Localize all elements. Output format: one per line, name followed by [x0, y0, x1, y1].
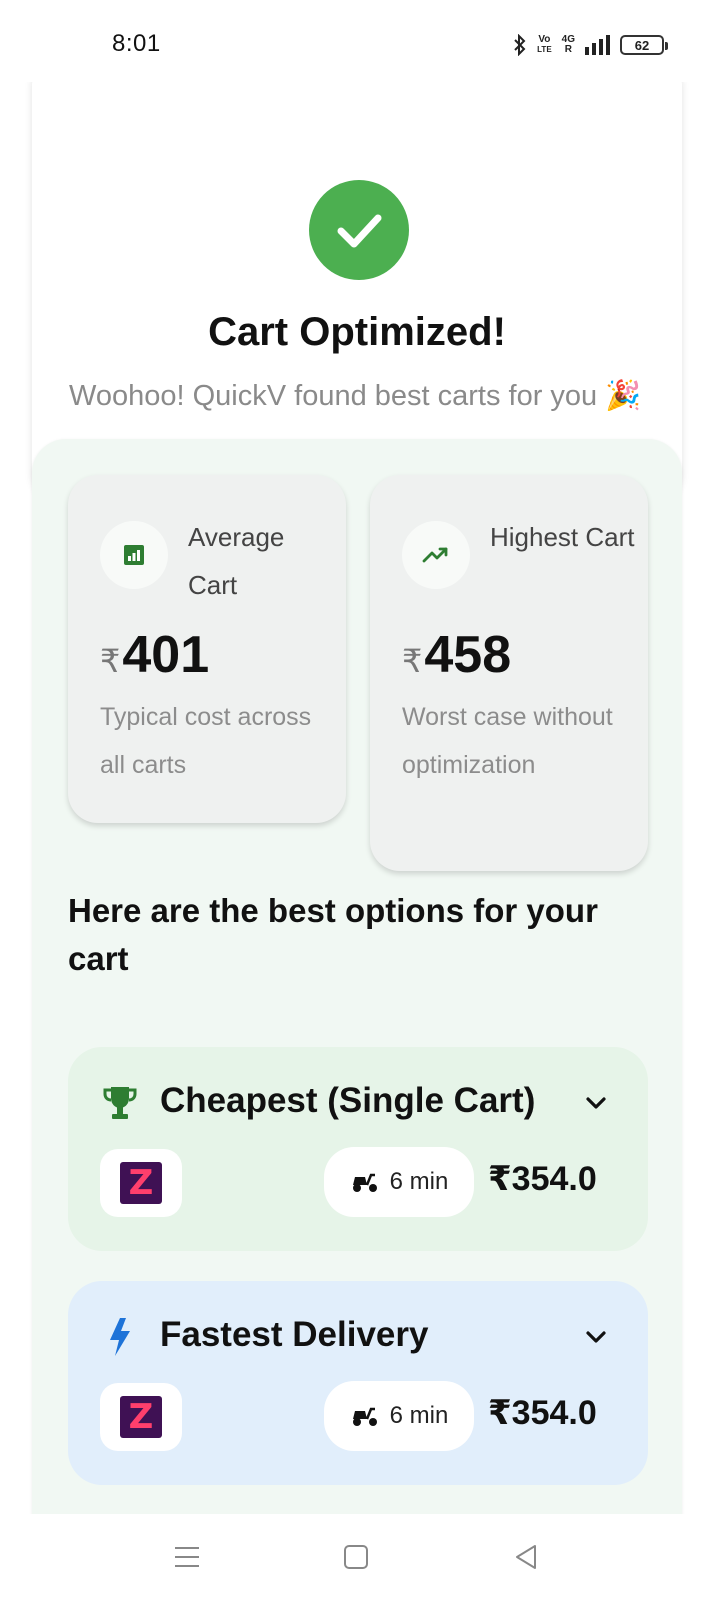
- bluetooth-icon: [514, 34, 526, 56]
- average-cart-description: Typical cost across all carts: [100, 703, 312, 779]
- average-cart-value: ₹ 401: [100, 626, 210, 684]
- cheapest-option-price: ₹354.0: [488, 1160, 597, 1198]
- back-icon[interactable]: [511, 1542, 541, 1572]
- highest-cart-value: ₹ 458: [402, 626, 512, 684]
- fastest-option-card[interactable]: Fastest Delivery Z 6 min ₹354.0: [68, 1281, 648, 1485]
- highest-cart-card: Highest Cart ₹ 458 Worst case without op…: [370, 475, 648, 871]
- network-type-indicator: 4G R: [561, 34, 575, 55]
- status-icons: Vo LTE 4G R 62: [513, 32, 668, 58]
- lightning-icon: [100, 1317, 140, 1357]
- success-check-icon: [309, 180, 409, 280]
- average-cart-label: Average Cart: [188, 522, 285, 600]
- volte-indicator: Vo LTE: [537, 34, 552, 55]
- options-heading: Here are the best options for your cart: [68, 892, 598, 977]
- store-logo-badge: Z: [100, 1383, 182, 1451]
- success-title: Cart Optimized!: [208, 310, 506, 354]
- delivery-time: 6 min: [389, 1168, 449, 1195]
- home-icon[interactable]: [341, 1542, 371, 1572]
- success-subtitle: Woohoo! QuickV found best carts for you …: [69, 380, 642, 412]
- zepto-logo-icon: Z: [120, 1396, 162, 1438]
- delivery-time-pill: 6 min: [324, 1147, 474, 1217]
- average-cart-card: Average Cart ₹ 401 Typical cost across a…: [68, 475, 346, 823]
- battery-icon: 62: [620, 35, 668, 55]
- signal-strength-icon: [585, 35, 610, 55]
- cheapest-option-card[interactable]: Cheapest (Single Cart) Z 6 min ₹354.0: [68, 1047, 648, 1251]
- system-nav-bar: [0, 1514, 714, 1599]
- highest-cart-label: Highest Cart: [490, 522, 635, 552]
- status-bar: 8:01 Vo LTE 4G R 62: [0, 0, 714, 82]
- fastest-option-title: Fastest Delivery: [160, 1315, 429, 1354]
- scroll-content[interactable]: Cart Optimized! Woohoo! QuickV found bes…: [0, 82, 714, 1514]
- chevron-down-icon[interactable]: [582, 1323, 610, 1351]
- recent-apps-icon[interactable]: [172, 1542, 202, 1572]
- fastest-option-price: ₹354.0: [488, 1394, 597, 1432]
- bar-chart-icon: [100, 521, 168, 589]
- trophy-icon: [100, 1083, 140, 1123]
- highest-cart-description: Worst case without optimization: [402, 703, 613, 779]
- chevron-down-icon[interactable]: [582, 1089, 610, 1117]
- delivery-time-pill: 6 min: [324, 1381, 474, 1451]
- delivery-time: 6 min: [389, 1402, 449, 1429]
- trending-up-icon: [402, 521, 470, 589]
- scooter-icon: [352, 1407, 377, 1426]
- zepto-logo-icon: Z: [120, 1162, 162, 1204]
- scooter-icon: [352, 1173, 377, 1192]
- store-logo-badge: Z: [100, 1149, 182, 1217]
- cheapest-option-title: Cheapest (Single Cart): [160, 1081, 536, 1120]
- status-time: 8:01: [112, 30, 161, 57]
- battery-level: 62: [634, 37, 650, 53]
- results-panel: Average Cart ₹ 401 Typical cost across a…: [32, 439, 682, 1514]
